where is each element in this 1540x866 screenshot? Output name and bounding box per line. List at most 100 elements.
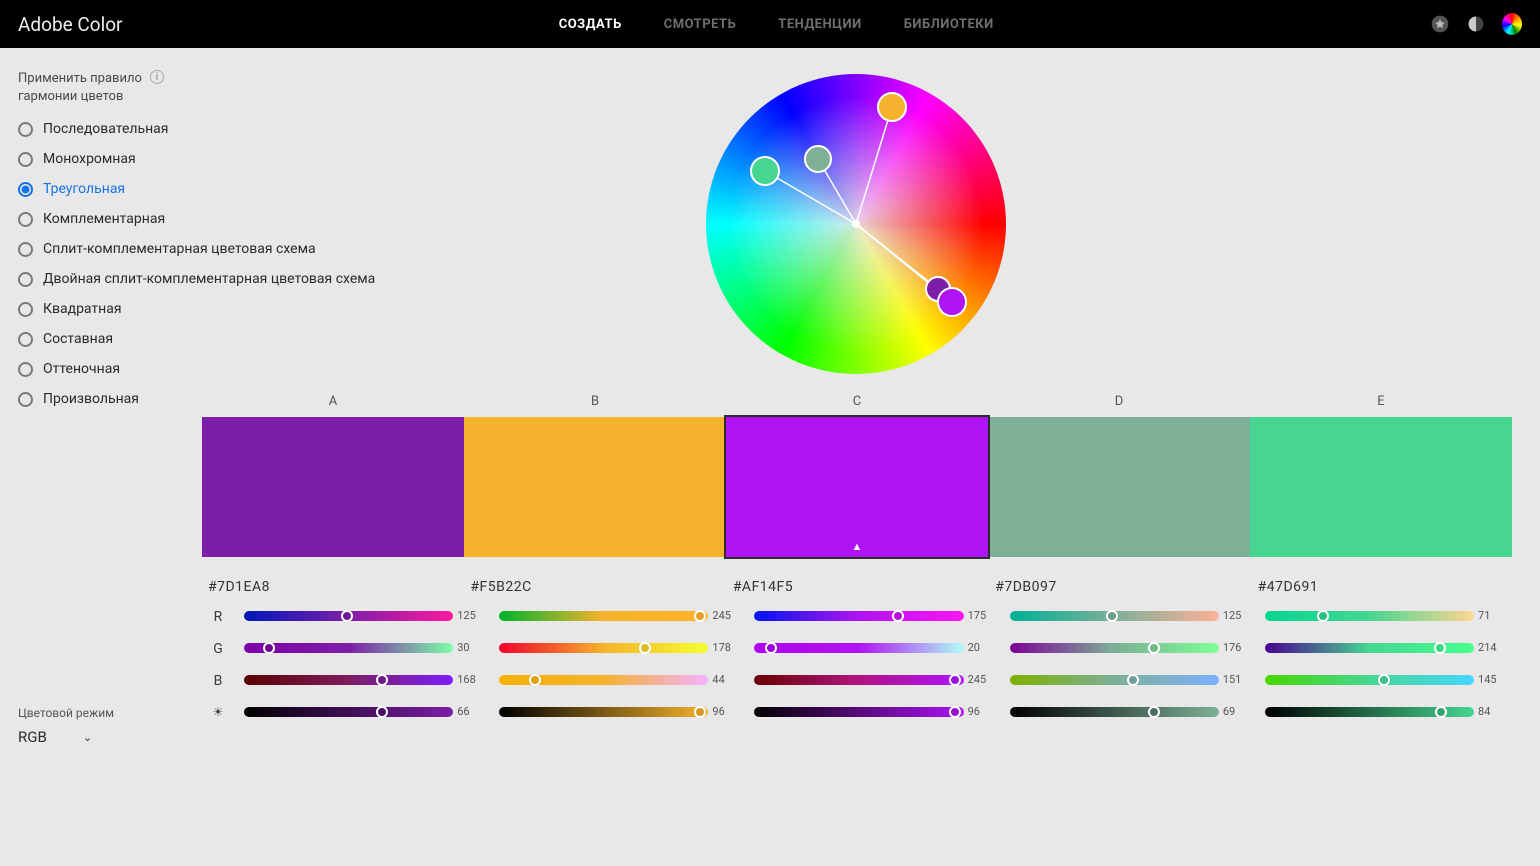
- slider[interactable]: 245: [754, 673, 963, 687]
- harmony-rule-item[interactable]: Последовательная: [18, 121, 184, 137]
- hex-value[interactable]: #7D1EA8: [200, 579, 462, 595]
- slider[interactable]: 125: [1010, 609, 1219, 623]
- slider[interactable]: 175: [754, 609, 963, 623]
- harmony-rule-item[interactable]: Составная: [18, 331, 184, 347]
- radio-icon: [18, 242, 33, 257]
- rule-label: Последовательная: [43, 121, 168, 137]
- slider-value: 71: [1478, 609, 1504, 622]
- swatch[interactable]: [202, 417, 464, 557]
- color-wheel[interactable]: [706, 74, 1006, 374]
- rule-label: Комплементарная: [43, 211, 165, 227]
- harmony-rule-item[interactable]: Оттеночная: [18, 361, 184, 377]
- swatch[interactable]: [988, 417, 1250, 557]
- harmony-rule-item[interactable]: Треугольная: [18, 181, 184, 197]
- slider-value: 96: [968, 705, 994, 718]
- slider[interactable]: 176: [1010, 641, 1219, 655]
- color-mode-select[interactable]: RGB ⌄: [18, 728, 114, 746]
- slider-column: 245 178 44 96: [491, 609, 746, 719]
- harmony-rule-item[interactable]: Сплит-комплементарная цветовая схема: [18, 241, 184, 257]
- radio-icon: [18, 122, 33, 137]
- theme-icon[interactable]: [1466, 14, 1486, 34]
- nav-tabs: СОЗДАТЬ СМОТРЕТЬ ТЕНДЕНЦИИ БИБЛИОТЕКИ: [559, 17, 994, 32]
- nav-item[interactable]: БИБЛИОТЕКИ: [904, 17, 994, 32]
- harmony-rule-item[interactable]: Комплементарная: [18, 211, 184, 227]
- slider-value: 84: [1478, 705, 1504, 718]
- radio-icon: [18, 362, 33, 377]
- harmony-rule-item[interactable]: Двойная сплит-комплементарная цветовая с…: [18, 271, 184, 287]
- swatch[interactable]: [726, 417, 988, 557]
- slider[interactable]: 178: [499, 641, 708, 655]
- slider-column: 125 176 151 69: [1002, 609, 1257, 719]
- slider-value: 176: [1223, 641, 1249, 654]
- slider-channel-labels: R G B ☀: [200, 609, 236, 719]
- hex-value[interactable]: #F5B22C: [462, 579, 724, 595]
- chevron-down-icon: ⌄: [83, 731, 92, 744]
- slider-value: 145: [1478, 673, 1504, 686]
- slider[interactable]: 96: [499, 705, 708, 719]
- nav-item[interactable]: СОЗДАТЬ: [559, 17, 622, 32]
- slider-value: 20: [968, 641, 994, 654]
- rule-label: Оттеночная: [43, 361, 120, 377]
- radio-icon: [18, 182, 33, 197]
- slider[interactable]: 30: [244, 641, 453, 655]
- color-mode-value: RGB: [18, 728, 47, 746]
- swatch[interactable]: [1250, 417, 1512, 557]
- slider[interactable]: 145: [1265, 673, 1474, 687]
- slider[interactable]: 84: [1265, 705, 1474, 719]
- slider-value: 44: [712, 673, 738, 686]
- wheel-marker[interactable]: [937, 287, 967, 317]
- info-icon[interactable]: i: [150, 70, 164, 84]
- harmony-rule-item[interactable]: Монохромная: [18, 151, 184, 167]
- hex-value[interactable]: #7DB097: [987, 579, 1249, 595]
- nav-item[interactable]: ТЕНДЕНЦИИ: [778, 17, 861, 32]
- harmony-rule-item[interactable]: Произвольная: [18, 391, 184, 407]
- slider[interactable]: 96: [754, 705, 963, 719]
- swatches: [202, 417, 1512, 557]
- slider-value: 151: [1223, 673, 1249, 686]
- slider[interactable]: 20: [754, 641, 963, 655]
- slider-value: 168: [457, 673, 483, 686]
- slider-value: 175: [968, 609, 994, 622]
- slider[interactable]: 168: [244, 673, 453, 687]
- slider[interactable]: 44: [499, 673, 708, 687]
- wheel-marker[interactable]: [750, 156, 780, 186]
- radio-icon: [18, 302, 33, 317]
- slider[interactable]: 69: [1010, 705, 1219, 719]
- slider[interactable]: 66: [244, 705, 453, 719]
- radio-icon: [18, 332, 33, 347]
- sliders: R G B ☀ 125 30 168 66 245 178 44 96 175 20 245 96 12…: [200, 609, 1512, 719]
- star-icon[interactable]: [1430, 14, 1450, 34]
- harmony-rule-item[interactable]: Квадратная: [18, 301, 184, 317]
- wheel-marker[interactable]: [877, 92, 907, 122]
- slider[interactable]: 151: [1010, 673, 1219, 687]
- slider[interactable]: 125: [244, 609, 453, 623]
- sidebar: Применить правило гармонии цветов i Посл…: [0, 48, 200, 866]
- color-mode-label: Цветовой режим: [18, 706, 114, 720]
- swatch-letter: C: [726, 394, 988, 409]
- brightness-icon: ☀: [200, 705, 236, 719]
- slider[interactable]: 71: [1265, 609, 1474, 623]
- slider[interactable]: 245: [499, 609, 708, 623]
- brand[interactable]: Adobe Color: [18, 13, 123, 36]
- slider[interactable]: 214: [1265, 641, 1474, 655]
- hex-row: #7D1EA8#F5B22C#AF14F5#7DB097#47D691: [200, 579, 1512, 595]
- harmony-rule-title: Применить правило гармонии цветов: [18, 70, 148, 105]
- swatch-letter: D: [988, 394, 1250, 409]
- swatch-letter: E: [1250, 394, 1512, 409]
- rule-label: Квадратная: [43, 301, 122, 317]
- channel-b: B: [200, 673, 236, 687]
- channel-g: G: [200, 641, 236, 655]
- swatch[interactable]: [464, 417, 726, 557]
- slider-value: 245: [712, 609, 738, 622]
- rule-label: Треугольная: [43, 181, 125, 197]
- wheel-marker[interactable]: [804, 145, 832, 173]
- profile-avatar[interactable]: [1502, 14, 1522, 34]
- hex-value[interactable]: #47D691: [1250, 579, 1512, 595]
- nav-item[interactable]: СМОТРЕТЬ: [664, 17, 737, 32]
- slider-value: 245: [968, 673, 994, 686]
- hex-value[interactable]: #AF14F5: [725, 579, 987, 595]
- radio-icon: [18, 392, 33, 407]
- slider-column: 71 214 145 84: [1257, 609, 1512, 719]
- harmony-rule-list: Последовательная Монохромная Треугольная Ко…: [18, 121, 184, 407]
- radio-icon: [18, 212, 33, 227]
